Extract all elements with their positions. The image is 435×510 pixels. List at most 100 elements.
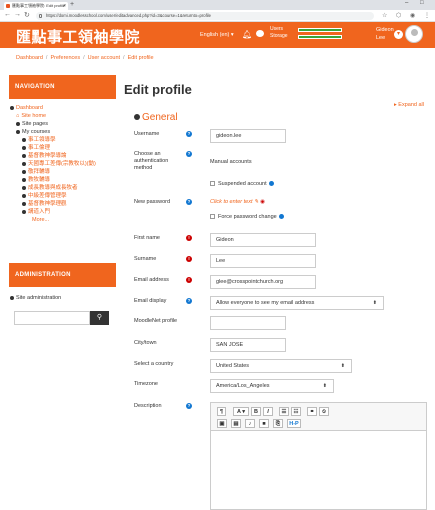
user-menu-chevron-icon[interactable]: ▾ [394,30,403,39]
sidebar-course-item[interactable]: 基督教神學理觀 [22,200,67,208]
menu-icon[interactable]: ⋮ [424,12,430,19]
expand-icon [10,295,14,300]
sidebar-course-item[interactable]: 事工領導學 [22,136,56,144]
star-icon[interactable]: ☆ [382,12,387,19]
notifications-bell-icon[interactable]: 🔔︎ [242,30,252,39]
sidebar-course-item[interactable]: 事工倫理 [22,144,50,152]
country-select[interactable]: United States ⬍ [210,359,352,373]
auth-label-line: authentication [134,158,169,164]
help-icon[interactable]: ? [186,131,192,137]
sidebar-item-label: My courses [22,129,51,135]
sidebar-course-item[interactable]: 教牧輔導 [22,176,50,184]
timezone-label: Timezone [134,381,158,387]
breadcrumb: Dashboard / Preferences / User account / Edit … [16,55,154,61]
video-record-icon[interactable]: ■ [259,419,269,428]
sidebar-course-item[interactable]: 講道入門 [22,208,50,216]
sidebar-course-item[interactable]: 基督教神學導論 [22,152,67,160]
image-icon[interactable]: ▣ [217,419,227,428]
course-label: 基督教神學理觀 [28,201,67,207]
numbered-list-icon[interactable]: ☷ [291,407,301,416]
back-icon[interactable]: ← [4,11,11,18]
minimize-icon[interactable]: – [405,0,408,6]
suspended-checkbox[interactable]: Suspended account [210,181,274,188]
email-input[interactable]: glee@crosspointchurch.org [210,275,316,289]
city-input[interactable]: SAN JOSE [210,338,286,352]
required-icon: ! [186,277,192,283]
audio-record-icon[interactable]: ♪ [245,419,255,428]
breadcrumb-user-account[interactable]: User account [88,55,120,61]
section-general-toggle[interactable]: General [134,112,178,123]
new-password-link-text: Click to enter text ✎ [210,199,259,205]
toolbar-toggle-button[interactable]: ¶ [217,407,226,416]
forward-icon[interactable]: → [14,11,21,18]
sidebar-item-dashboard[interactable]: Dashboard [10,104,43,112]
breadcrumb-preferences[interactable]: Preferences [50,55,80,61]
collapse-icon [134,114,140,121]
help-icon[interactable] [268,181,274,187]
unlink-icon[interactable]: ⦸ [319,407,329,416]
link-icon[interactable]: ⚭ [307,407,317,416]
sidebar-item-label: Site administration [16,295,62,301]
profile-icon[interactable]: ◉ [410,12,415,19]
maximize-icon[interactable]: □ [420,0,424,6]
user-name[interactable]: Gideon Lee [376,26,394,42]
sidebar-course-item[interactable]: 天國專工差傳(宗教牧以)(動) [22,160,96,168]
h5p-icon[interactable]: H-P [287,419,301,428]
sidebar-item-site-pages[interactable]: Site pages [16,120,48,128]
sidebar-item-site-administration[interactable]: Site administration [10,294,61,302]
sidebar-item-site-home[interactable]: ⌂ Site home [16,112,46,120]
timezone-select[interactable]: America/Los_Angeles ⬍ [210,379,334,393]
site-brand[interactable]: 匯點事工領袖學院 [16,26,140,47]
expand-icon [16,129,20,134]
checkbox-box[interactable] [210,214,215,220]
extension-icon[interactable]: ⬡ [396,12,401,19]
help-icon[interactable]: ? [186,151,192,157]
browser-tab[interactable]: 匯點事工領袖學院: Edit profile × [4,2,68,10]
bullet-list-icon[interactable]: ☰ [279,407,289,416]
firstname-input[interactable]: Gideon [210,233,316,247]
checkbox-box[interactable] [210,181,215,187]
reload-icon[interactable]: ↻ [24,11,30,19]
help-icon[interactable] [278,214,284,220]
username-input[interactable]: gideon.lee [210,129,286,143]
surname-input[interactable]: Lee [210,254,316,268]
description-editor[interactable]: ¶ A ▾ B I ☰ ☷ ⚭ ⦸ ▣ ▤ ♪ ■ ⎘ H-P [210,402,427,510]
close-tab-icon[interactable]: × [63,2,66,10]
eye-icon[interactable]: ◉ [260,199,265,205]
messages-icon[interactable] [256,30,264,37]
expand-all-link[interactable]: ▸ Expand all [394,102,424,108]
search-button[interactable]: ⚲ [90,311,109,325]
sidebar-search-input[interactable] [14,311,90,325]
font-style-button[interactable]: A ▾ [233,407,249,416]
course-icon [22,153,26,158]
bold-button[interactable]: B [251,407,261,416]
new-tab-button[interactable]: + [70,1,74,8]
sidebar-course-item[interactable]: 成長教導與成長牧者 [22,184,78,192]
course-icon [22,145,26,150]
course-icon [22,177,26,182]
manage-files-icon[interactable]: ⎘ [273,419,283,428]
select-caret-icon: ⬍ [322,383,327,389]
language-menu[interactable]: English (en) ▾ [200,32,234,38]
moodlenet-input[interactable] [210,316,286,330]
italic-button[interactable]: I [263,407,273,416]
help-icon[interactable]: ? [186,403,192,409]
sidebar-course-item[interactable]: 中級差傳管理學 [22,192,67,200]
help-icon[interactable]: ? [186,199,192,205]
avatar[interactable] [405,25,423,43]
media-icon[interactable]: ▤ [231,419,241,428]
lock-icon [39,14,42,18]
breadcrumb-dashboard[interactable]: Dashboard [16,55,43,61]
sidebar-course-item[interactable]: 敬拜輔導 [22,168,50,176]
url-field[interactable]: https://domi.moodlesschool.com/user/edit… [36,12,374,20]
new-password-edit-link[interactable]: Click to enter text ✎ ◉ [210,199,265,205]
help-icon[interactable]: ? [186,298,192,304]
breadcrumb-edit-profile[interactable]: Edit profile [128,55,154,61]
sidebar-item-my-courses[interactable]: My courses [16,128,50,136]
force-password-change-checkbox[interactable]: Force password change [210,214,284,221]
email-label: Email address [134,277,169,283]
course-icon [22,169,26,174]
sidebar-item-more[interactable]: More... [32,216,49,224]
email-display-select[interactable]: Allow everyone to see my email address ⬍ [210,296,384,310]
section-general-label: General [142,112,178,123]
